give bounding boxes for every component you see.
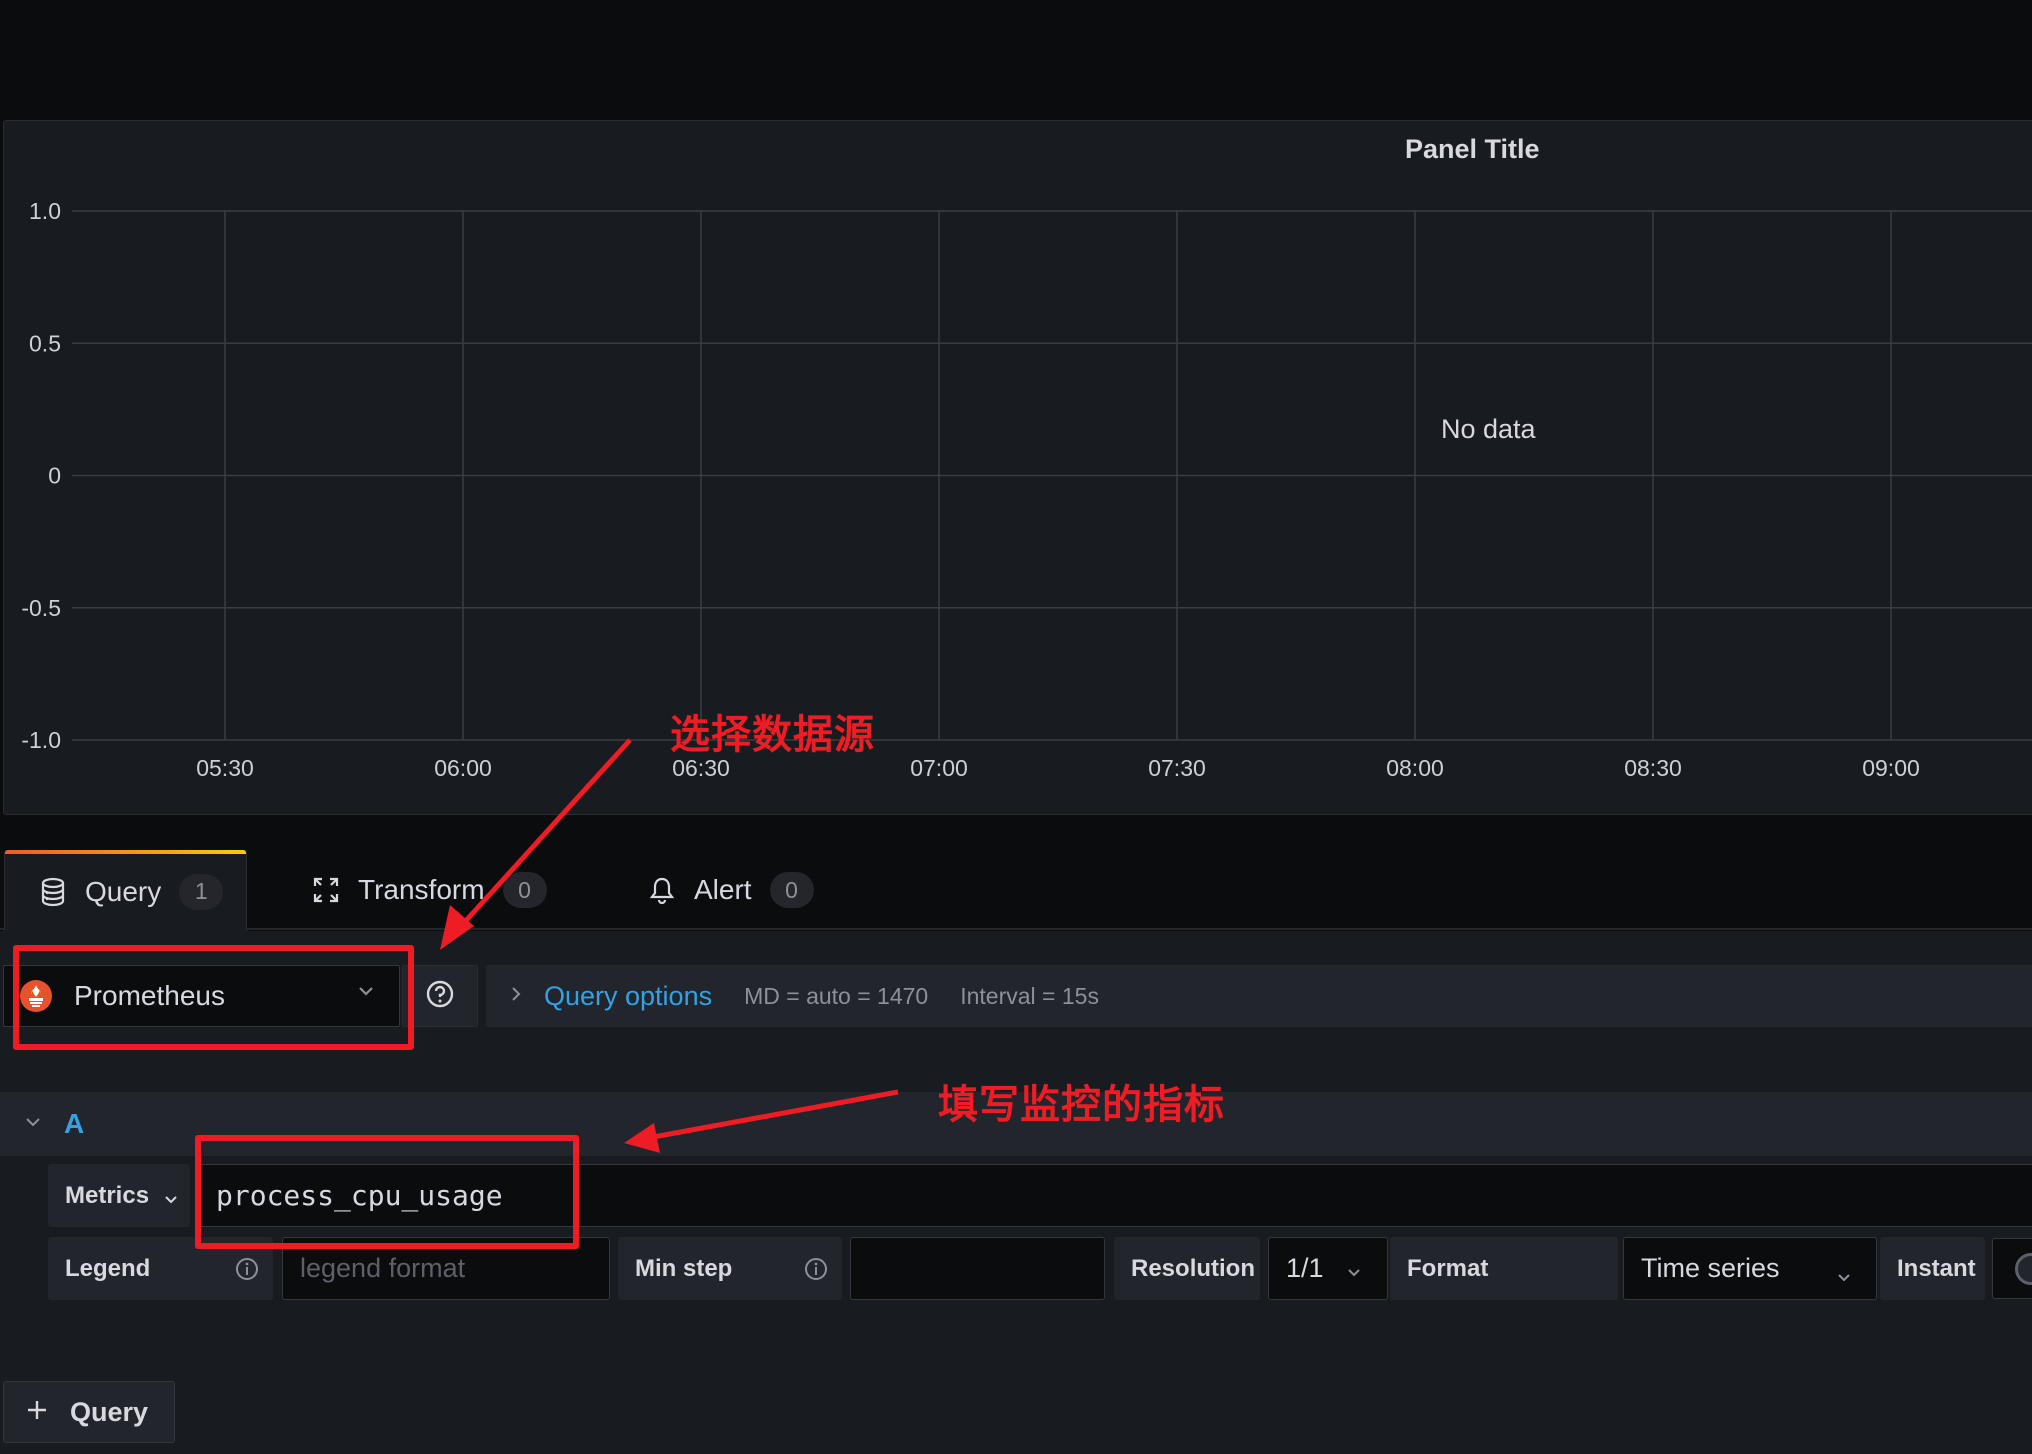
tab-alert[interactable]: Alert 0 — [648, 850, 814, 930]
tab-query-count: 1 — [179, 873, 224, 910]
resolution-label: Resolution — [1114, 1237, 1260, 1300]
instant-label: Instant — [1880, 1237, 1985, 1300]
tab-alert-label: Alert — [694, 874, 752, 905]
time-series-chart: 1.00.50-0.5-1.005:30 06:00 06:30 07:00 07:30… — [21, 198, 2032, 781]
min-step-label-text: Min step — [635, 1254, 733, 1282]
tab-transform-count: 0 — [502, 872, 547, 908]
no-data-message: No data — [1441, 414, 1536, 444]
x-tick-label: 05:30 — [196, 755, 254, 781]
tab-transform[interactable]: Transform 0 — [312, 850, 547, 930]
format-label: Format — [1390, 1237, 1618, 1300]
max-data-points-info: MD = auto = 1470 — [744, 982, 929, 1009]
legend-label-text: Legend — [65, 1254, 151, 1282]
add-query-label: Query — [70, 1396, 149, 1427]
x-tick-label: 09:00 — [1862, 755, 1920, 781]
metrics-label: Metrics — [65, 1181, 150, 1209]
chevron-right-icon — [510, 984, 522, 1009]
metric-annotation: 填写监控的指标 — [938, 1082, 1225, 1128]
tab-query-label: Query — [85, 875, 162, 907]
metrics-browser-button[interactable]: Metrics — [48, 1164, 190, 1227]
interval-info: Interval = 15s — [960, 982, 1099, 1009]
instant-toggle[interactable] — [1992, 1238, 2032, 1299]
metric-highlight-box — [195, 1135, 579, 1249]
y-tick-label: -1.0 — [21, 727, 61, 753]
toggle-knob — [2015, 1253, 2032, 1285]
collapse-chevron-icon[interactable] — [24, 1115, 42, 1133]
y-tick-label: 0 — [48, 463, 61, 489]
chevron-down-icon — [1836, 1260, 1852, 1291]
transform-icon — [312, 876, 340, 904]
y-tick-label: 0.5 — [29, 330, 61, 356]
x-tick-label: 08:30 — [1624, 755, 1682, 781]
min-step-input[interactable] — [850, 1237, 1105, 1300]
info-icon[interactable] — [235, 1257, 259, 1288]
database-icon — [39, 877, 67, 906]
resolution-value: 1/1 — [1286, 1253, 1324, 1283]
x-tick-label: 07:00 — [910, 755, 968, 781]
x-tick-label: 07:30 — [1148, 755, 1206, 781]
tab-alert-count: 0 — [769, 872, 814, 908]
panel-title[interactable]: Panel Title — [1405, 134, 1540, 165]
add-query-button[interactable]: Query — [3, 1381, 175, 1443]
legend-format-placeholder: legend format — [300, 1253, 466, 1283]
format-select[interactable]: Time series — [1623, 1237, 1877, 1300]
format-value: Time series — [1641, 1253, 1780, 1283]
query-options-toggle[interactable]: Query options — [544, 981, 712, 1012]
chevron-down-icon — [1346, 1255, 1362, 1286]
x-tick-label: 06:00 — [434, 755, 492, 781]
query-ref-id[interactable]: A — [64, 1108, 84, 1140]
chevron-down-icon — [163, 1185, 179, 1213]
datasource-highlight-box — [13, 945, 414, 1050]
y-tick-label: 1.0 — [29, 198, 61, 224]
tab-query[interactable]: Query 1 — [4, 850, 247, 932]
y-tick-label: -0.5 — [21, 595, 61, 621]
info-icon[interactable] — [804, 1257, 828, 1288]
query-options-bar[interactable]: Query options MD = auto = 1470 Interval … — [486, 965, 2032, 1027]
resolution-select[interactable]: 1/1 — [1268, 1237, 1388, 1300]
plus-icon — [26, 1397, 48, 1428]
x-tick-label: 08:00 — [1386, 755, 1444, 781]
question-circle-icon — [425, 979, 455, 1014]
tab-transform-label: Transform — [358, 874, 485, 905]
min-step-label: Min step — [618, 1237, 842, 1300]
datasource-annotation: 选择数据源 — [670, 712, 875, 758]
editor-tabs-bar — [0, 850, 2032, 930]
bell-icon — [648, 876, 676, 904]
